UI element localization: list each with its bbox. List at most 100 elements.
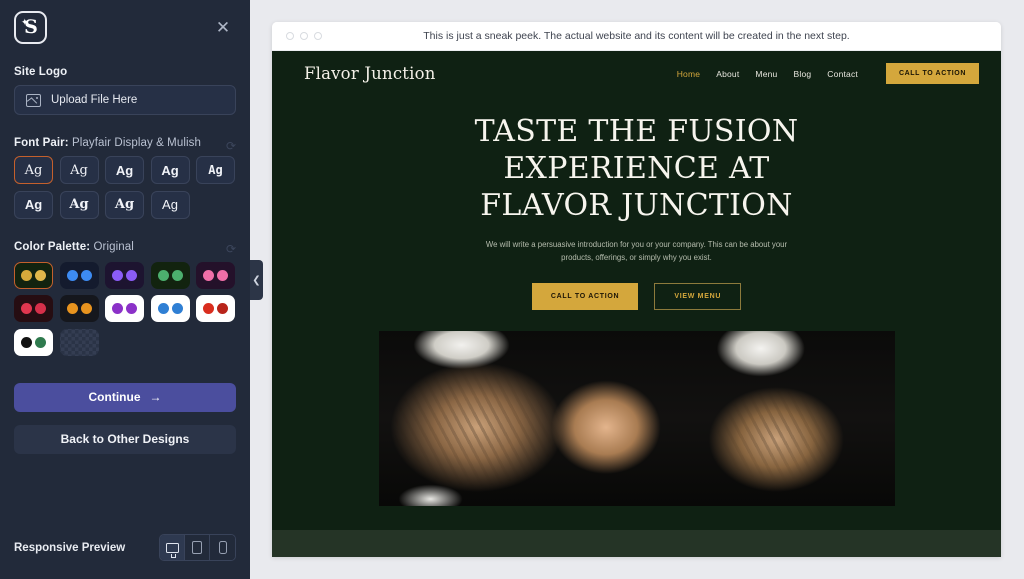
- font-pair-tiles: Ag Ag Ag Ag Ag Ag Ag Ag Ag: [14, 156, 236, 219]
- font-pair-tile-4[interactable]: Ag: [150, 156, 190, 184]
- upload-file-button[interactable]: Upload File Here: [14, 85, 236, 115]
- continue-label: Continue: [88, 390, 141, 404]
- refresh-icon[interactable]: ⟳: [226, 140, 236, 152]
- color-palette-label: Color Palette: Original: [14, 240, 134, 253]
- font-pair-tile-9[interactable]: Ag: [150, 190, 190, 219]
- sparkle-glyph: ✦: [21, 17, 29, 27]
- palette-color-dot: [203, 269, 214, 281]
- palette-color-dot: [21, 303, 32, 314]
- responsive-preview-row: Responsive Preview: [14, 534, 236, 561]
- color-palette-swatch-7[interactable]: [59, 295, 99, 322]
- site-header: Flavor Junction Home About Menu Blog Con…: [272, 51, 1001, 96]
- palette-color-dot: [80, 269, 92, 281]
- font-sample-text: Ag: [24, 197, 43, 212]
- hero-heading: TASTE THE FUSION EXPERIENCE AT FLAVOR JU…: [474, 114, 799, 223]
- tablet-preview-button[interactable]: [185, 535, 210, 560]
- font-sample-text: Ag: [161, 162, 179, 178]
- site-logo-label: Site Logo: [14, 66, 68, 78]
- color-palette-swatch-6[interactable]: [14, 295, 53, 322]
- palette-color-dot: [203, 303, 214, 314]
- palette-color-dot: [66, 269, 78, 281]
- color-palette-swatch-2[interactable]: [59, 261, 99, 289]
- image-icon: [26, 93, 41, 107]
- font-pair-tile-5[interactable]: Ag: [196, 156, 235, 184]
- hero-secondary-cta-button[interactable]: VIEW MENU: [654, 283, 742, 311]
- sneak-peek-banner: This is just a sneak peek. The actual we…: [423, 30, 850, 42]
- color-palette-swatch-5[interactable]: [196, 261, 235, 289]
- font-sample-text: Ag: [208, 163, 223, 177]
- nav-item-home[interactable]: Home: [677, 69, 700, 79]
- font-sample-text: Ag: [24, 162, 43, 178]
- palette-color-dot: [126, 303, 137, 314]
- font-pair-header: Font Pair: Playfair Display & Mulish ⟳: [14, 115, 236, 156]
- hero-buttons: CALL TO ACTION VIEW MENU: [272, 283, 1001, 311]
- color-palette-swatch-12[interactable]: [60, 329, 99, 356]
- desktop-icon: [165, 542, 179, 558]
- font-sample-text: Ag: [70, 162, 88, 178]
- color-palette-swatch-10[interactable]: [196, 295, 235, 322]
- color-palette-swatch-11[interactable]: [14, 328, 53, 356]
- hero-subtext: We will write a persuasive introduction …: [485, 239, 788, 262]
- mobile-icon: [218, 541, 227, 554]
- font-pair-label: Font Pair: Playfair Display & Mulish: [14, 137, 202, 149]
- font-sample-text: Ag: [162, 197, 178, 212]
- color-palette-swatch-4[interactable]: [150, 261, 190, 289]
- font-pair-tile-2[interactable]: Ag: [59, 156, 99, 184]
- header-cta-button[interactable]: CALL TO ACTION: [886, 63, 979, 84]
- palette-color-dot: [157, 303, 169, 314]
- nav-item-about[interactable]: About: [716, 69, 739, 79]
- palette-color-dot: [80, 303, 92, 314]
- font-sample-text: Ag: [115, 162, 134, 178]
- preview-stage: This is just a sneak peek. The actual we…: [250, 0, 1024, 579]
- site-footer-band: [272, 530, 1001, 557]
- browser-chrome-bar: This is just a sneak peek. The actual we…: [272, 22, 1001, 51]
- back-to-designs-button[interactable]: Back to Other Designs: [14, 424, 236, 454]
- font-pair-tile-7[interactable]: Ag: [59, 190, 99, 219]
- palette-color-dot: [171, 269, 183, 281]
- app-root: ✦ S ✕ Site Logo Upload File Here Font Pa…: [0, 0, 1024, 579]
- site-preview: Flavor Junction Home About Menu Blog Con…: [272, 51, 1001, 557]
- font-pair-tile-6[interactable]: Ag: [14, 190, 53, 219]
- desktop-preview-button[interactable]: [160, 535, 185, 560]
- palette-color-dot: [217, 269, 228, 281]
- close-icon[interactable]: ✕: [212, 17, 234, 39]
- font-pair-tile-1[interactable]: Ag: [14, 156, 53, 184]
- color-palette-swatch-9[interactable]: [150, 295, 190, 322]
- tablet-icon: [192, 541, 202, 554]
- sidebar-header: ✦ S ✕: [14, 0, 236, 44]
- color-palette-tiles: [14, 261, 236, 356]
- site-brand: Flavor Junction: [304, 64, 436, 83]
- font-pair-tile-3[interactable]: Ag: [105, 156, 144, 184]
- responsive-mode-group: [159, 534, 236, 561]
- continue-button[interactable]: Continue →: [14, 382, 236, 412]
- nav-item-contact[interactable]: Contact: [827, 69, 858, 79]
- palette-color-dot: [21, 269, 32, 281]
- palette-color-dot: [112, 303, 123, 314]
- palette-color-dot: [171, 303, 183, 314]
- palette-color-dot: [35, 269, 46, 281]
- palette-color-dot: [157, 269, 169, 281]
- responsive-preview-label: Responsive Preview: [14, 541, 126, 554]
- color-palette-swatch-3[interactable]: [105, 261, 144, 289]
- hero-primary-cta-button[interactable]: CALL TO ACTION: [531, 283, 639, 311]
- palette-color-dot: [66, 303, 78, 314]
- font-pair-tile-8[interactable]: Ag: [105, 190, 144, 219]
- color-palette-swatch-1[interactable]: [14, 261, 53, 289]
- mobile-preview-button[interactable]: [210, 535, 235, 560]
- refresh-icon[interactable]: ⟳: [226, 243, 236, 255]
- palette-color-dot: [217, 303, 228, 314]
- sidebar-collapse-handle[interactable]: ❮: [250, 260, 263, 300]
- palette-color-dot: [35, 303, 46, 314]
- nav-item-blog[interactable]: Blog: [793, 69, 811, 79]
- palette-color-dot: [112, 269, 123, 281]
- site-nav: Home About Menu Blog Contact CALL TO ACT…: [677, 63, 979, 84]
- nav-item-menu[interactable]: Menu: [755, 69, 777, 79]
- sparkle-s-logo-icon: ✦ S: [14, 11, 47, 44]
- palette-color-dot: [21, 336, 32, 348]
- hero-section: TASTE THE FUSION EXPERIENCE AT FLAVOR JU…: [272, 96, 1001, 507]
- browser-preview-frame: This is just a sneak peek. The actual we…: [272, 22, 1001, 557]
- hero-image: [378, 331, 895, 507]
- palette-color-dot: [35, 336, 46, 348]
- color-palette-header: Color Palette: Original ⟳: [14, 219, 236, 260]
- color-palette-swatch-8[interactable]: [105, 295, 144, 322]
